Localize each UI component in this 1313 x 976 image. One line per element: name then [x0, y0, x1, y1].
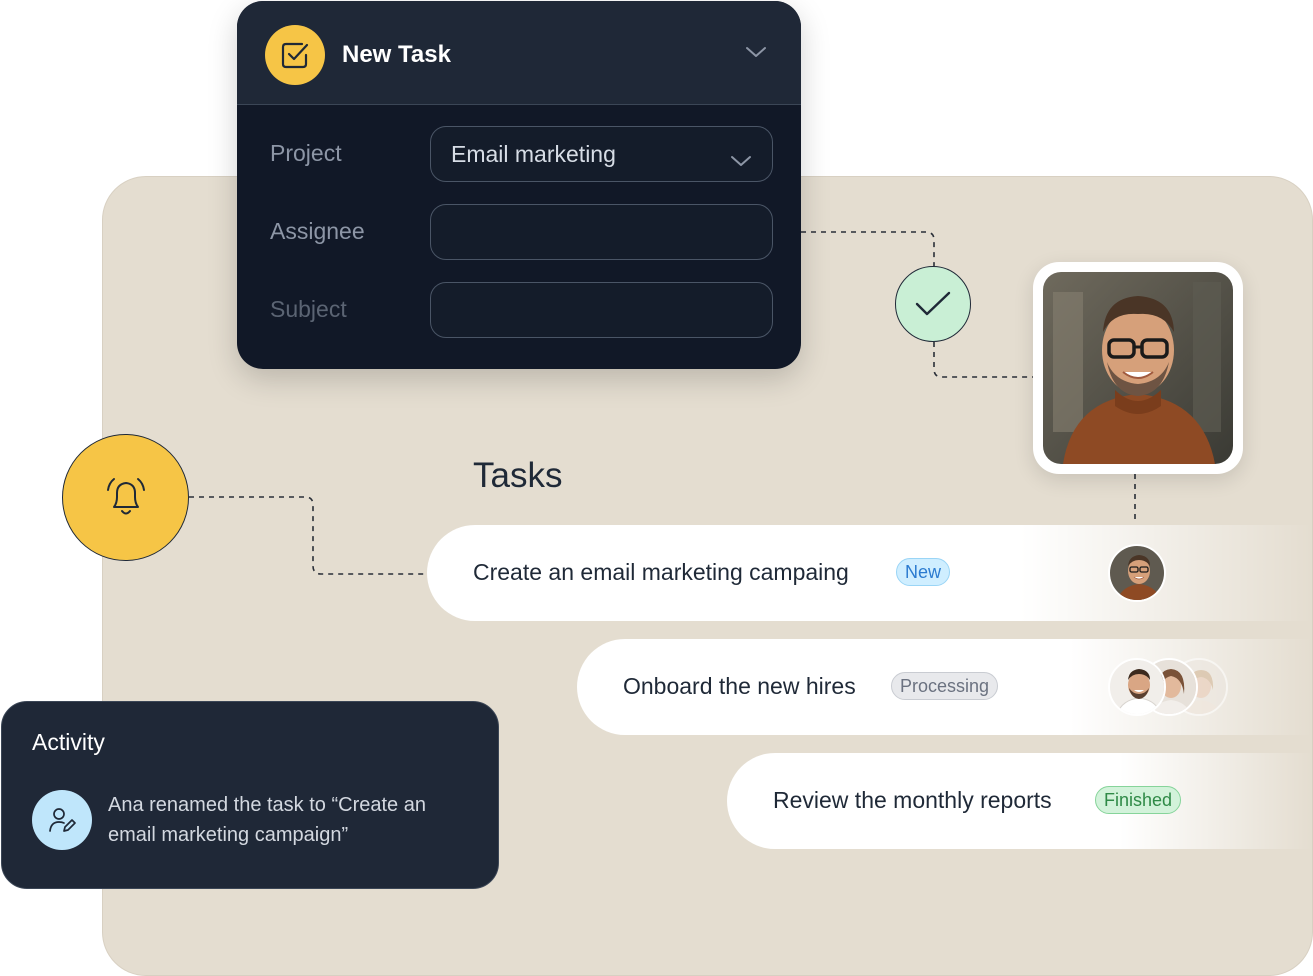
avatar	[1108, 658, 1166, 716]
subject-input[interactable]	[451, 295, 752, 325]
subject-field[interactable]	[430, 282, 773, 338]
checkbox-square-icon	[265, 25, 325, 85]
status-badge: New	[896, 558, 951, 586]
status-badge: Processing	[891, 672, 999, 700]
chevron-down-icon[interactable]	[745, 45, 767, 64]
assignee-field[interactable]	[430, 204, 773, 260]
project-label: Project	[270, 140, 342, 166]
assignee-label: Assignee	[270, 218, 365, 244]
avatar-photo	[1043, 272, 1233, 464]
checkmark-icon	[895, 266, 971, 342]
project-select[interactable]: Email marketing	[430, 126, 773, 182]
task-title: Create an email marketing campaing	[473, 559, 849, 585]
user-edit-icon	[32, 790, 92, 850]
status-badge: Finished	[1095, 786, 1182, 814]
activity-card: Activity Ana renamed the task to “Create…	[1, 701, 499, 889]
task-row[interactable]: Create an email marketing campaing New	[427, 525, 1313, 621]
activity-message: Ana renamed the task to “Create an email…	[108, 794, 426, 846]
avatar	[1108, 544, 1166, 602]
task-title: Review the monthly reports	[773, 787, 1052, 813]
new-task-title: New Task	[342, 41, 451, 68]
assignee-avatar-card[interactable]	[1033, 262, 1243, 474]
project-select-value: Email marketing	[451, 140, 616, 167]
activity-title: Activity	[32, 729, 105, 755]
subject-label: Subject	[270, 296, 347, 322]
new-task-card: New Task Project Email marketing Assigne…	[237, 1, 801, 369]
new-task-header[interactable]: New Task	[237, 1, 801, 105]
task-row[interactable]: Review the monthly reports Finished	[727, 753, 1313, 849]
bell-icon[interactable]	[62, 434, 189, 561]
task-row[interactable]: Onboard the new hires Processing	[577, 639, 1313, 735]
tasks-heading: Tasks	[473, 456, 563, 495]
assignee-input[interactable]	[451, 217, 752, 247]
chevron-down-icon	[730, 147, 752, 174]
task-title: Onboard the new hires	[623, 673, 856, 699]
